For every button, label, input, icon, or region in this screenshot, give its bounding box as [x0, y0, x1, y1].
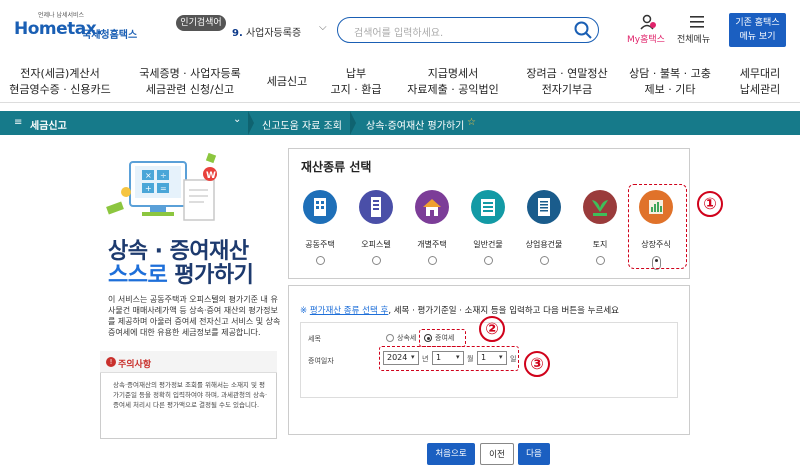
asset-radio[interactable]	[372, 256, 381, 265]
nav-tax-agent[interactable]: 세무대리납세관리	[730, 66, 790, 98]
breadcrumb-menu-icon[interactable]: ≡	[14, 117, 22, 128]
highlight-gift-date	[379, 346, 519, 371]
classic-menu-line2: 메뉴 보기	[739, 32, 776, 42]
breadcrumb-chevron-icon[interactable]: ⌄	[233, 114, 241, 125]
asset-radio[interactable]	[596, 256, 605, 265]
commercial-icon[interactable]	[527, 190, 561, 224]
asset-radio[interactable]	[540, 256, 549, 265]
prev-button[interactable]: 이전	[480, 443, 514, 465]
nav-sublabel: 납세관리	[739, 83, 781, 96]
nav-sublabel: 고지 · 환급	[330, 83, 382, 96]
search-icon[interactable]	[573, 20, 593, 40]
popular-rank: 9.	[232, 28, 243, 39]
svg-text:+: +	[145, 184, 152, 193]
notice-title: 주의사항	[118, 360, 152, 370]
instruction-prefix: ※	[300, 306, 310, 316]
nav-payment[interactable]: 납부고지 · 환급	[326, 66, 386, 98]
instruction-text: ※ 평가재산 종류 선택 후, 세목 · 평가기준일 · 소재지 등을 입력하고…	[300, 304, 619, 316]
breadcrumb-level2[interactable]: 신고도움 자료 조회	[262, 117, 342, 132]
svg-text:÷: ÷	[160, 171, 167, 180]
asset-radio[interactable]	[484, 256, 493, 265]
nav-sublabel: 현금영수증 · 신용카드	[9, 83, 111, 96]
user-icon[interactable]	[640, 14, 656, 30]
nav-label: 세금신고	[266, 75, 308, 88]
callout-3: ③	[524, 351, 550, 377]
classic-menu-line1: 기존 홈택스	[735, 18, 780, 28]
nav-e-invoice[interactable]: 전자(세금)계산서현금영수증 · 신용카드	[5, 66, 115, 98]
inheritance-tax-label[interactable]: 상속세	[397, 333, 416, 343]
popular-search-badge: 인기검색어	[176, 15, 226, 31]
breadcrumb-level3: 상속·증여재산 평가하기	[366, 121, 465, 132]
nav-label: 전자(세금)계산서	[20, 67, 100, 80]
nav-sublabel: 자료제출 · 공익법인	[407, 83, 499, 96]
callout-2: ②	[479, 316, 505, 342]
nav-payment-statement[interactable]: 지급명세서자료제출 · 공익법인	[398, 66, 508, 98]
nav-sublabel: 전자기부금	[541, 83, 593, 96]
asset-label[interactable]: 오피스텔	[346, 239, 406, 250]
nav-sublabel: 제보 · 기타	[644, 83, 696, 96]
nav-label: 장려금 · 연말정산	[526, 67, 608, 80]
svg-text:=: =	[160, 184, 167, 193]
asset-label[interactable]: 상업용건물	[514, 239, 574, 250]
instruction-rest: , 세목 · 평가기준일 · 소재지 등을 입력하고 다음 버튼을 누르세요	[388, 306, 619, 316]
notice-body: 상속·증여재산의 평가정보 조회를 위해서는 소재지 및 평가기준일 등을 정확…	[113, 381, 268, 409]
breadcrumb-separator	[248, 111, 254, 135]
asset-radio[interactable]	[428, 256, 437, 265]
land-icon[interactable]	[583, 190, 617, 224]
service-description: 이 서비스는 공동주택과 오피스텔의 평가기준 내 유사물건 매매사례가액 등 …	[108, 295, 281, 337]
warning-icon: !	[106, 357, 116, 367]
hamburger-menu-icon[interactable]	[689, 15, 705, 29]
nav-divider	[0, 102, 800, 103]
asset-label[interactable]: 공동주택	[290, 239, 350, 250]
asset-label[interactable]: 일반건물	[458, 239, 518, 250]
nav-tax-filing[interactable]: 세금신고	[257, 74, 317, 90]
gift-date-label: 증여일자	[308, 357, 334, 365]
nav-label: 세무대리	[739, 67, 781, 80]
svg-text:×: ×	[145, 171, 152, 180]
first-button[interactable]: 처음으로	[427, 443, 475, 465]
highlight-listed-stock	[628, 184, 687, 269]
next-button[interactable]: 다음	[518, 443, 550, 465]
nav-sublabel: 세금관련 신청/신고	[145, 83, 235, 96]
tax-type-label: 세목	[308, 335, 321, 343]
svg-text:W: W	[206, 171, 216, 181]
popular-search-item[interactable]: 9. 사업자등록증	[232, 24, 301, 39]
breadcrumb-separator	[350, 111, 356, 135]
instruction-link: 평가재산 종류 선택 후	[309, 306, 389, 316]
asset-label[interactable]: 토지	[570, 239, 630, 250]
asset-radio[interactable]	[316, 256, 325, 265]
nav-label: 지급명세서	[427, 67, 479, 80]
popular-term: 사업자등록증	[245, 28, 302, 39]
logo-korean[interactable]: 국세청홈택스	[82, 26, 137, 41]
nav-certificate[interactable]: 국세증명 · 사업자등록세금관련 신청/신고	[130, 66, 250, 98]
calculator-document-illustration: × ÷ + = W	[106, 152, 217, 221]
chevron-down-icon[interactable]: ⌵	[319, 22, 327, 33]
search-input[interactable]: 검색어를 입력하세요.	[354, 24, 443, 39]
nav-label: 상담 · 불복 · 고충	[629, 67, 711, 80]
subtitle-part2: 평가하기	[174, 263, 254, 288]
house-icon[interactable]	[415, 190, 449, 224]
asset-type-title: 재산종류 선택	[301, 160, 372, 174]
page-subtitle: 스스로 평가하기	[108, 257, 254, 289]
asset-label[interactable]: 개별주택	[402, 239, 462, 250]
all-menu-link[interactable]: 전체메뉴	[677, 32, 710, 45]
nav-consult[interactable]: 상담 · 불복 · 고충제보 · 기타	[620, 66, 720, 98]
highlight-gift-tax	[419, 329, 466, 347]
breadcrumb-section[interactable]: 세금신고	[30, 117, 67, 132]
nav-incentive[interactable]: 장려금 · 연말정산전자기부금	[512, 66, 622, 98]
building-icon[interactable]	[471, 190, 505, 224]
callout-1: ①	[697, 191, 723, 217]
subtitle-part1: 스스로	[108, 263, 175, 288]
favorite-star-icon[interactable]: ☆	[467, 117, 476, 128]
nav-label: 납부	[345, 67, 367, 80]
officetel-icon[interactable]	[359, 190, 393, 224]
apartment-icon[interactable]	[303, 190, 337, 224]
nav-label: 국세증명 · 사업자등록	[139, 67, 241, 80]
my-hometax-link[interactable]: My홈택스	[627, 32, 665, 45]
classic-menu-button[interactable]: 기존 홈택스 메뉴 보기	[729, 13, 786, 47]
logo-tagline: 언제나 납세서비스	[38, 12, 85, 19]
inheritance-tax-radio[interactable]	[386, 334, 394, 342]
